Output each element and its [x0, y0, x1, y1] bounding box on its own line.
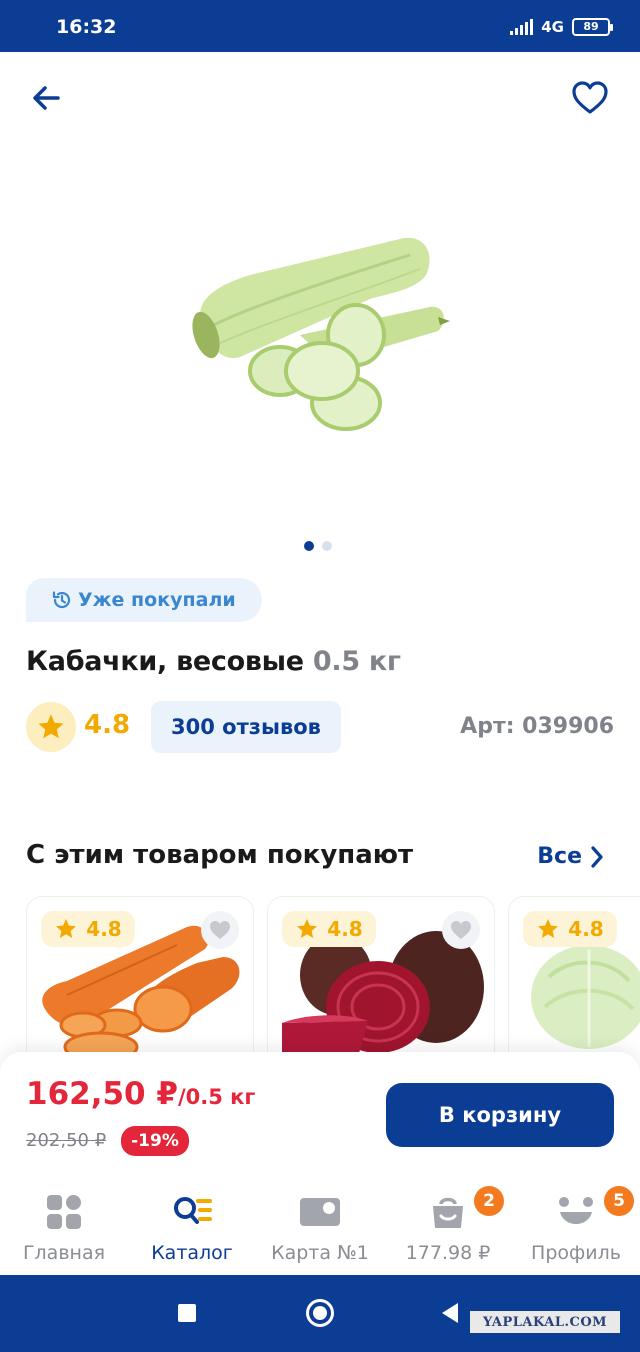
current-price: 162,50 ₽/0.5 кг	[26, 1076, 255, 1112]
rating-badge: 4.8	[41, 911, 135, 947]
tab-label: Карта №1	[271, 1242, 369, 1264]
rating-value: 4.8	[84, 710, 131, 740]
reviews-button[interactable]: 300 отзывов	[151, 701, 341, 753]
status-bar: 16:32 4G 89	[0, 0, 640, 52]
image-pagination	[304, 541, 332, 551]
tab-label: Каталог	[151, 1242, 233, 1264]
pagination-dot-active[interactable]	[304, 541, 314, 551]
price-unit: /0.5 кг	[178, 1085, 256, 1109]
favorite-button[interactable]	[442, 911, 480, 949]
home-button[interactable]	[306, 1299, 334, 1327]
star-icon	[538, 919, 559, 938]
rating-value: 4.8	[86, 917, 122, 941]
catalog-search-icon	[174, 1197, 212, 1224]
grid-icon	[47, 1195, 81, 1229]
signal-icon	[510, 19, 534, 35]
tab-label: 177.98 ₽	[405, 1242, 491, 1264]
favorite-button[interactable]	[201, 911, 239, 949]
history-icon	[52, 591, 71, 609]
status-time: 16:32	[56, 16, 117, 38]
back-button[interactable]	[28, 80, 64, 116]
star-icon	[297, 919, 318, 938]
related-section-title: С этим товаром покупают	[26, 840, 414, 870]
profile-face-icon	[559, 1197, 593, 1224]
tab-loyalty-card[interactable]: Карта №1	[256, 1178, 384, 1275]
back-arrow-icon	[33, 86, 60, 110]
heart-icon	[210, 921, 230, 939]
star-icon	[38, 714, 64, 739]
article-number: Арт: 039906	[460, 714, 614, 739]
top-navigation	[0, 52, 640, 142]
cart-bag-icon	[433, 1197, 463, 1228]
favorite-button[interactable]	[570, 78, 610, 118]
tab-label: Главная	[22, 1242, 106, 1264]
discount-badge: -19%	[121, 1126, 189, 1156]
rating-badge: 4.8	[282, 911, 376, 947]
notification-badge: 5	[604, 1186, 634, 1216]
recent-apps-button[interactable]	[178, 1304, 196, 1322]
status-icons: 4G 89	[510, 18, 613, 36]
system-navigation-bar: YAPLAKAL.COM	[0, 1275, 640, 1352]
bottom-tab-bar: Главная Каталог Карта №1 2 177.98 ₽ 5 Пр…	[0, 1178, 640, 1275]
tab-cart[interactable]: 2 177.98 ₽	[384, 1178, 512, 1275]
add-to-cart-button[interactable]: В корзину	[386, 1083, 614, 1147]
chevron-right-icon	[591, 845, 603, 868]
product-image[interactable]	[180, 225, 470, 450]
tab-home[interactable]: Главная	[0, 1178, 128, 1275]
see-all-label: Все	[537, 844, 582, 869]
network-type: 4G	[541, 18, 564, 36]
see-all-link[interactable]: Все	[537, 844, 604, 869]
rating-star-badge	[26, 702, 76, 752]
product-name: Кабачки, весовые	[26, 646, 304, 677]
old-price: 202,50 ₽	[26, 1130, 107, 1151]
heart-icon	[572, 81, 608, 114]
cart-count-badge: 2	[474, 1186, 504, 1216]
product-title: Кабачки, весовые 0.5 кг	[26, 646, 401, 677]
heart-icon	[451, 921, 471, 939]
rating-value: 4.8	[568, 917, 604, 941]
rating-badge: 4.8	[523, 911, 617, 947]
already-bought-label: Уже покупали	[78, 589, 236, 611]
pagination-dot[interactable]	[322, 541, 332, 551]
loyalty-card-icon	[300, 1198, 340, 1226]
product-weight: 0.5 кг	[312, 646, 401, 677]
back-system-button[interactable]	[442, 1303, 458, 1323]
rating-value: 4.8	[327, 917, 363, 941]
watermark: YAPLAKAL.COM	[470, 1311, 620, 1333]
already-bought-tag: Уже покупали	[26, 578, 262, 622]
tab-catalog[interactable]: Каталог	[128, 1178, 256, 1275]
price-panel: 162,50 ₽/0.5 кг 202,50 ₽ -19% В корзину	[0, 1052, 640, 1178]
battery-icon: 89	[572, 18, 613, 36]
price-value: 162,50 ₽	[26, 1076, 178, 1112]
star-icon	[56, 919, 77, 938]
tab-profile[interactable]: 5 Профиль	[512, 1178, 640, 1275]
tab-label: Профиль	[531, 1242, 621, 1264]
rating-row: 4.8 300 отзывов Арт: 039906	[26, 700, 616, 754]
